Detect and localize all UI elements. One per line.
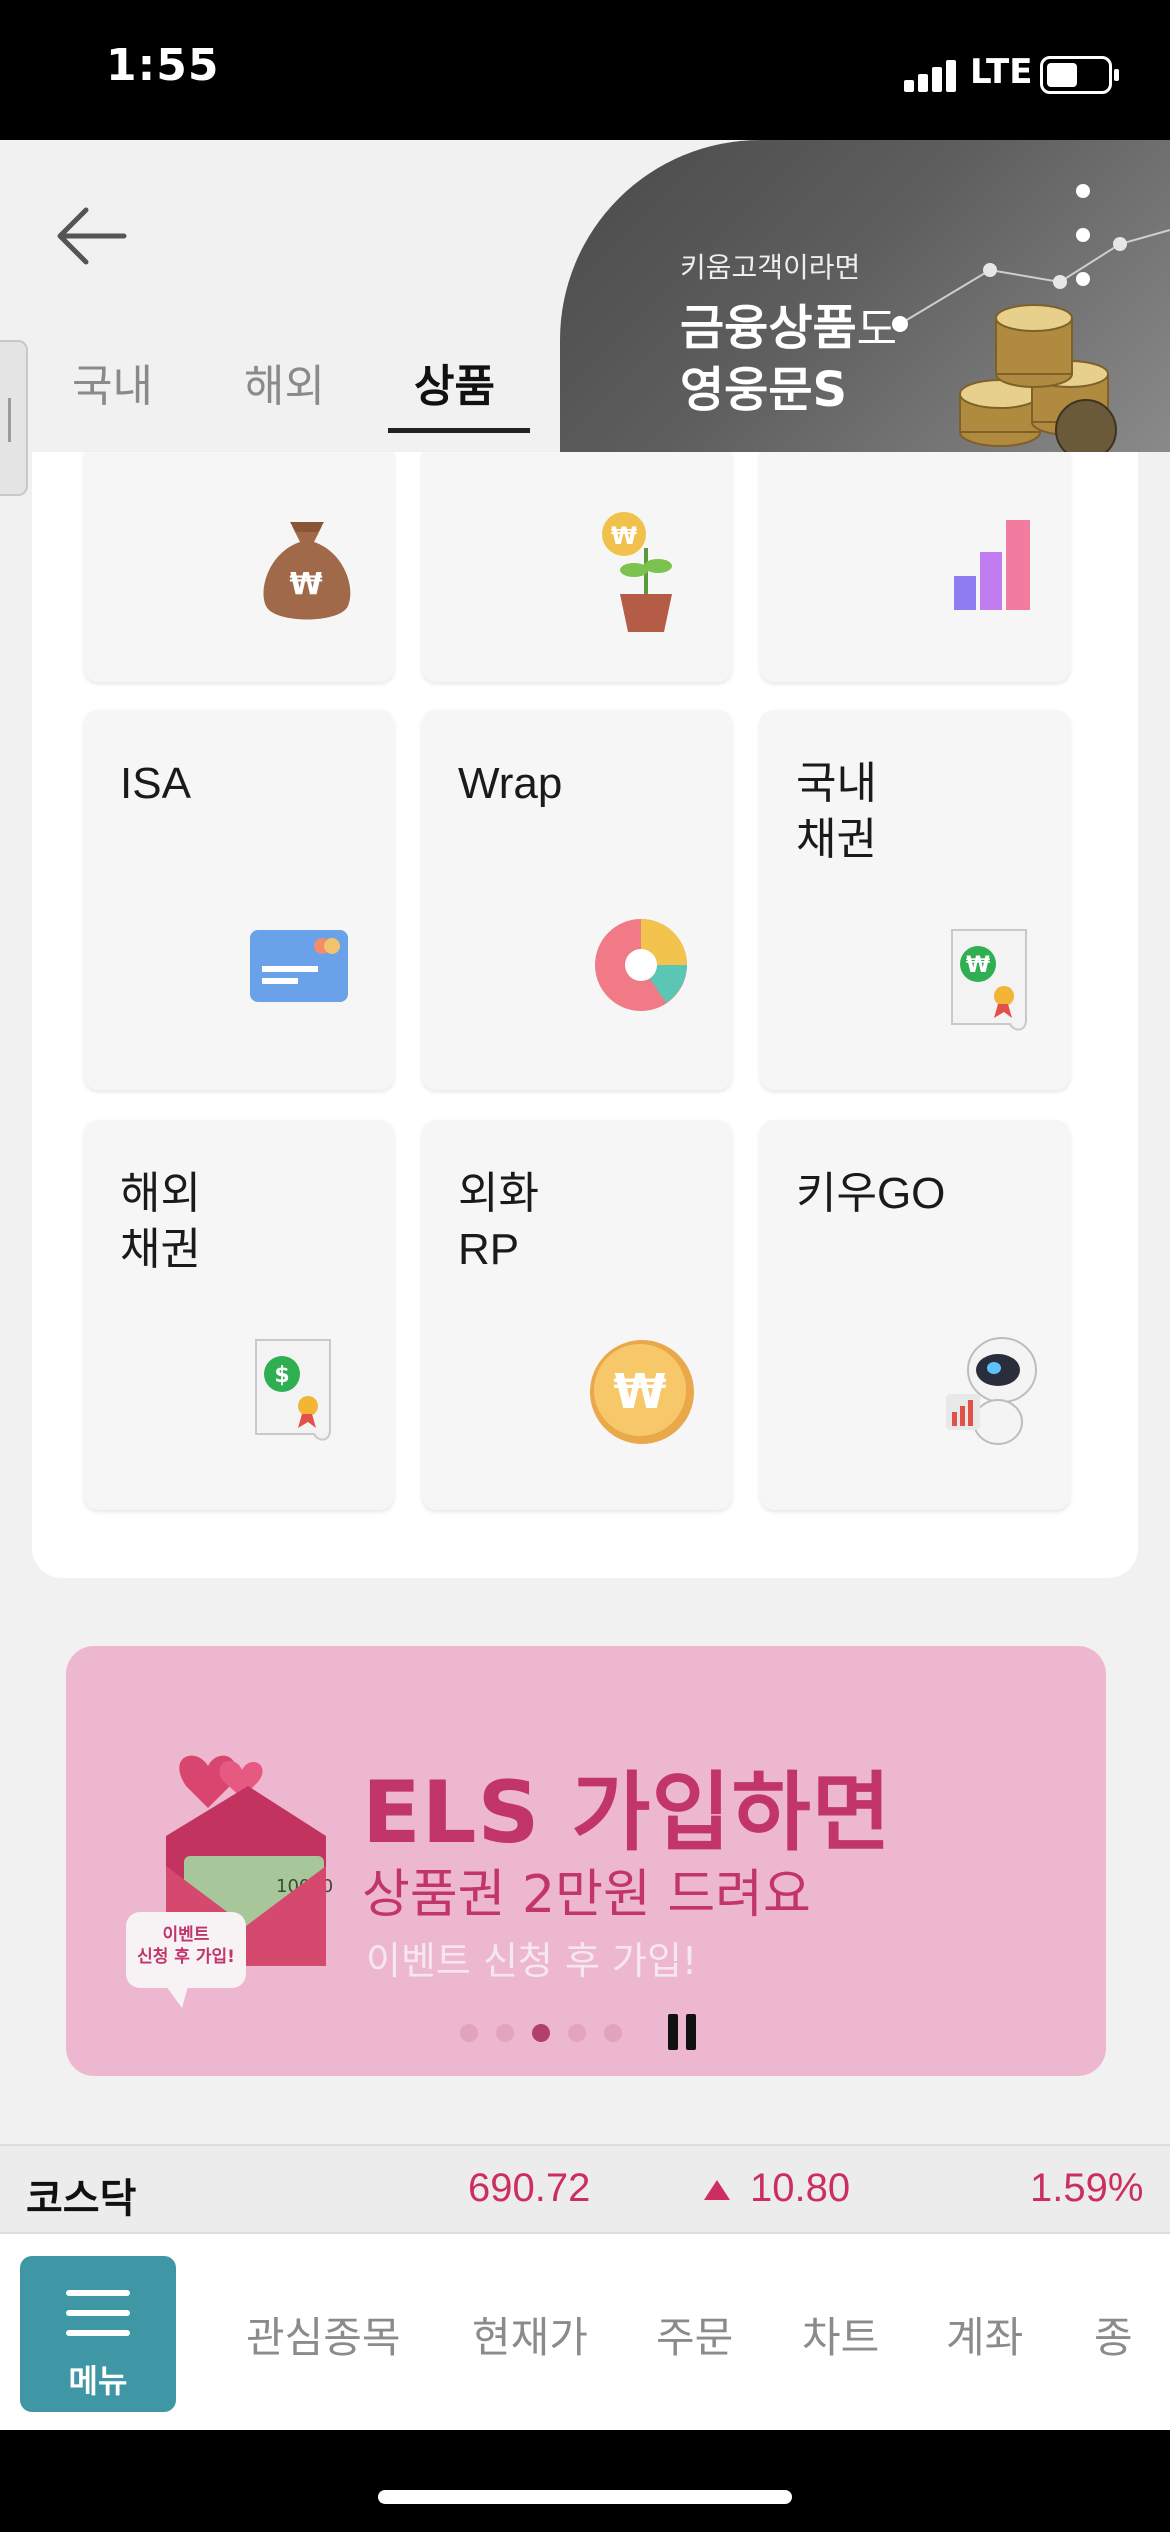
robot-icon: [946, 1337, 1037, 1445]
tab-overseas[interactable]: 해외: [244, 350, 325, 414]
svg-text:₩: ₩: [289, 567, 322, 602]
product-tile-row1-3[interactable]: [760, 452, 1070, 682]
nav-more-partial[interactable]: 종: [1094, 2304, 1170, 2365]
svg-text:₩: ₩: [966, 953, 990, 978]
won-certificate-icon: ₩: [951, 929, 1027, 1031]
money-bag-icon: ₩: [263, 522, 351, 620]
ticker-price: 690.72: [468, 2166, 591, 2210]
nav-current-price[interactable]: 현재가: [472, 2304, 588, 2365]
svg-text:₩: ₩: [611, 522, 638, 550]
back-button[interactable]: [52, 196, 132, 276]
nav-account[interactable]: 계좌: [946, 2304, 1023, 2365]
ticker-index-name: 코스닥: [26, 2176, 137, 2222]
market-ticker[interactable]: 코스닥 690.72 10.80 1.59%: [0, 2144, 1170, 2234]
nav-order[interactable]: 주문: [656, 2304, 733, 2365]
event-bubble-text: 이벤트 신청 후 가입!: [137, 1925, 235, 1967]
hero-headline-1: 금융상품도: [680, 300, 898, 356]
pause-icon: [686, 2014, 696, 2050]
nav-watchlist[interactable]: 관심종목: [246, 2304, 401, 2365]
banner-title: ELS 가입하면: [362, 1763, 892, 1863]
pie-chart-icon: [595, 919, 687, 1011]
status-bar: 1:55 LTE: [0, 0, 1170, 140]
more-options-button[interactable]: [1062, 180, 1102, 290]
product-tile-row1-1[interactable]: ₩: [84, 452, 394, 682]
menu-label: 메뉴: [68, 2362, 128, 2400]
money-plant-icon: ₩: [602, 512, 672, 632]
ticker-rate: 1.59%: [1030, 2166, 1144, 2210]
home-indicator-area: [0, 2430, 1170, 2532]
tab-products[interactable]: 상품: [414, 350, 495, 414]
carousel-dot-active[interactable]: [532, 2024, 550, 2042]
network-label: LTE: [970, 52, 1033, 92]
up-arrow-icon: [704, 2180, 730, 2200]
tile-label: 국내 채권: [796, 759, 877, 864]
tile-label: 외화 RP: [458, 1169, 539, 1274]
side-drawer-handle[interactable]: [0, 340, 28, 496]
dollar-certificate-icon: $: [255, 1339, 331, 1441]
menu-button[interactable]: 메뉴: [20, 2256, 176, 2412]
banner-subtitle: 상품권 2만원 드려요: [362, 1865, 811, 1925]
tile-label: Wrap: [458, 759, 563, 808]
coin-stack-icon: [959, 304, 1117, 452]
battery-icon: [1040, 56, 1119, 94]
tab-domestic[interactable]: 국내: [72, 350, 153, 414]
product-tile-isa[interactable]: ISA: [84, 710, 394, 1090]
active-tab-indicator: [388, 428, 530, 433]
tile-label: 키우GO: [796, 1169, 946, 1218]
product-tile-overseas-bond[interactable]: 해외 채권 $: [84, 1120, 394, 1510]
back-arrow-icon: [57, 207, 127, 265]
tile-label: 해외 채권: [120, 1169, 201, 1274]
carousel-dot[interactable]: [568, 2024, 586, 2042]
carousel-dot[interactable]: [496, 2024, 514, 2042]
carousel-dot[interactable]: [460, 2024, 478, 2042]
home-indicator[interactable]: [378, 2490, 792, 2504]
nav-chart[interactable]: 차트: [802, 2304, 879, 2365]
hero-caption: 키움고객이라면: [680, 251, 861, 284]
carousel-dot[interactable]: [604, 2024, 622, 2042]
signal-icon: [904, 58, 960, 92]
gift-envelope-icon: 10000: [126, 1755, 333, 2008]
svg-text:$: $: [274, 1363, 289, 1388]
ticker-change: 10.80: [750, 2166, 851, 2210]
svg-text:₩: ₩: [614, 1364, 667, 1420]
product-tile-domestic-bond[interactable]: 국내 채권 ₩: [760, 710, 1070, 1090]
product-tile-row1-2[interactable]: ₩: [422, 452, 732, 682]
bottom-nav: 메뉴 관심종목 현재가 주문 차트 계좌 종: [0, 2234, 1170, 2430]
hero-headline-2: 영웅문S: [680, 362, 848, 418]
status-time: 1:55: [106, 40, 220, 91]
els-event-banner[interactable]: 10000 이벤트 신청 후 가입! ELS 가입하면 상품권 2만원 드려요 …: [66, 1646, 1106, 2076]
tile-label: ISA: [120, 759, 191, 808]
won-coin-icon: ₩: [590, 1340, 694, 1444]
product-tile-kiwoo-go[interactable]: 키우GO: [760, 1120, 1070, 1510]
product-tile-wrap[interactable]: Wrap: [422, 710, 732, 1090]
product-grid-panel: ₩ ₩ ISA Wrap 국내 채권 ₩ 해외 채권 $ 외화 RP ₩ 키우G…: [32, 452, 1138, 1578]
bar-chart-icon: [954, 520, 1030, 610]
pause-button[interactable]: [666, 2014, 702, 2054]
banner-note: 이벤트 신청 후 가입!: [366, 1939, 698, 1983]
product-tile-fx-rp[interactable]: 외화 RP ₩: [422, 1120, 732, 1510]
pause-icon: [668, 2014, 678, 2050]
credit-card-icon: [250, 930, 348, 1002]
